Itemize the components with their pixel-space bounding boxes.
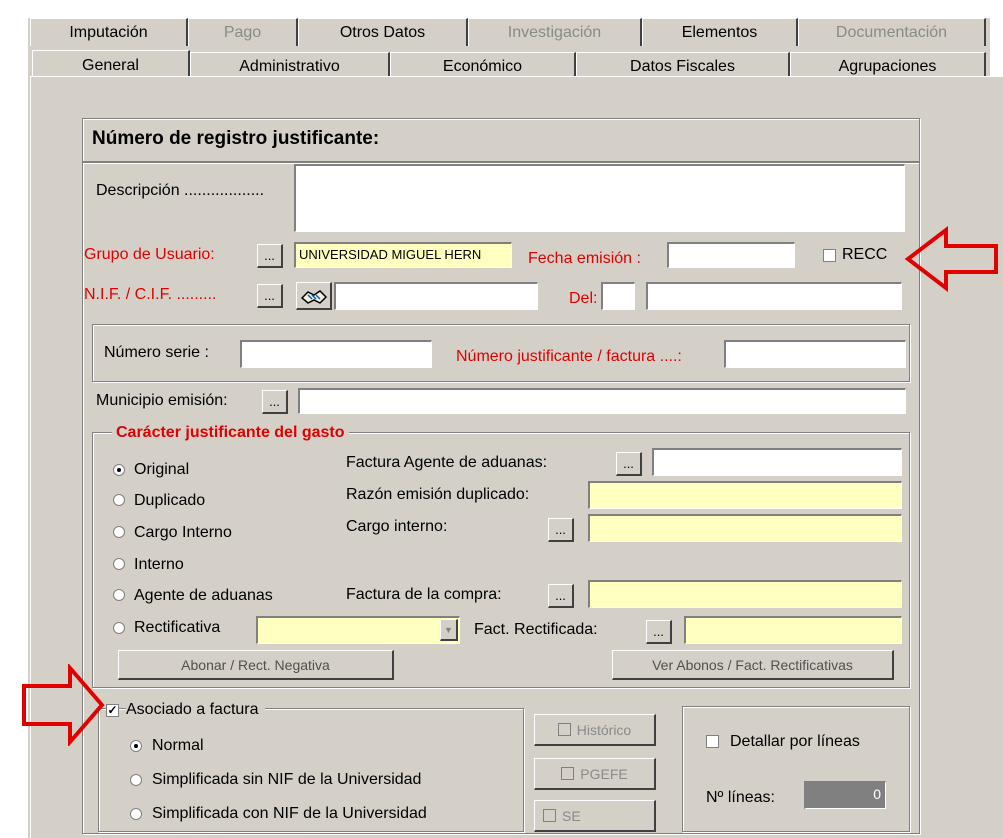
radio-simplificada-con-nif[interactable]	[130, 808, 142, 820]
arrow-right-icon	[22, 664, 105, 746]
fecha-emision-label: Fecha emisión :	[528, 250, 641, 267]
detallar-lineas-checkbox[interactable]	[706, 735, 719, 748]
asociado-label: Asociado a factura	[126, 701, 265, 719]
radio-agente-aduanas-label: Agente de aduanas	[134, 587, 273, 604]
chevron-down-icon[interactable]: ▼	[440, 619, 458, 641]
cargo-interno-lookup-button[interactable]: ...	[548, 518, 574, 542]
radio-rectificativa[interactable]	[113, 622, 125, 634]
radio-original-label: Original	[134, 461, 190, 478]
tab-pago[interactable]: Pago	[188, 18, 298, 46]
fact-rectificada-lookup-button[interactable]: ...	[646, 620, 672, 644]
tab-investigacion[interactable]: Investigación	[468, 18, 642, 46]
nif-label: N.I.F. / C.I.F. .........	[84, 286, 217, 303]
razon-duplicado-input[interactable]	[588, 481, 902, 509]
radio-duplicado-label: Duplicado	[134, 492, 206, 509]
fact-rectificada-label: Fact. Rectificada:	[474, 621, 598, 638]
cargo-interno-input[interactable]	[588, 514, 902, 542]
tab-imputacion[interactable]: Imputación	[30, 18, 188, 46]
radio-interno[interactable]	[113, 558, 125, 570]
caracter-group-title: Carácter justificante del gasto	[112, 424, 349, 442]
factura-agente-input[interactable]	[652, 448, 902, 476]
page-title: Número de registro justificante:	[92, 128, 380, 149]
asociado-checkbox[interactable]: ✓	[106, 704, 119, 717]
recc-checkbox[interactable]	[823, 249, 836, 262]
del-label: Del:	[569, 290, 598, 307]
factura-compra-lookup-button[interactable]: ...	[548, 584, 574, 608]
numero-justificante-label: Número justificante / factura ....:	[456, 348, 682, 365]
radio-simplificada-sin-nif-label: Simplificada sin NIF de la Universidad	[152, 771, 422, 788]
nif-lookup-button[interactable]: ...	[257, 284, 283, 308]
radio-cargo-interno[interactable]	[113, 526, 125, 538]
radio-rectificativa-label: Rectificativa	[134, 619, 221, 636]
del-name-input[interactable]	[646, 282, 902, 310]
recc-label: RECC	[842, 246, 888, 263]
descripcion-label: Descripción ..................	[96, 182, 265, 199]
radio-simplificada-sin-nif[interactable]	[130, 774, 142, 786]
municipio-lookup-button[interactable]: ...	[262, 390, 288, 414]
numero-serie-input[interactable]	[240, 340, 432, 368]
numero-justificante-input[interactable]	[724, 340, 906, 368]
pgefe-checkbox	[561, 767, 575, 780]
grupo-usuario-label: Grupo de Usuario:	[84, 246, 215, 263]
descripcion-textarea[interactable]	[294, 164, 905, 232]
pgefe-toggle[interactable]: PGEFE	[534, 758, 656, 790]
fecha-emision-input[interactable]	[667, 242, 795, 268]
num-lineas-label: Nº líneas:	[706, 789, 775, 806]
se-toggle[interactable]: SE	[534, 800, 656, 832]
se-checkbox	[543, 809, 556, 822]
razon-duplicado-label: Razón emisión duplicado:	[346, 486, 530, 503]
num-lineas-input: 0	[804, 781, 886, 809]
historico-toggle[interactable]: Histórico	[534, 714, 656, 746]
factura-agente-label: Factura Agente de aduanas:	[346, 454, 548, 471]
tab-otros-datos[interactable]: Otros Datos	[298, 18, 468, 46]
grupo-usuario-lookup-button[interactable]: ...	[257, 244, 283, 268]
fact-rectificada-input[interactable]	[684, 616, 902, 644]
tab-elementos[interactable]: Elementos	[642, 18, 798, 46]
numero-serie-label: Número serie :	[104, 344, 209, 361]
detalle-group	[682, 706, 910, 832]
radio-normal-label: Normal	[152, 737, 204, 754]
rectificativa-select[interactable]	[256, 616, 460, 644]
arrow-left-icon	[904, 226, 998, 292]
detallar-lineas-label: Detallar por líneas	[730, 733, 860, 750]
radio-interno-label: Interno	[134, 556, 184, 573]
cargo-interno-label: Cargo interno:	[346, 518, 448, 535]
abonar-button[interactable]: Abonar / Rect. Negativa	[118, 650, 394, 680]
municipio-input[interactable]	[298, 388, 906, 414]
radio-original[interactable]	[113, 464, 125, 476]
nif-input[interactable]	[334, 282, 538, 310]
radio-normal[interactable]	[130, 740, 142, 752]
radio-cargo-interno-label: Cargo Interno	[134, 524, 232, 541]
handshake-icon[interactable]	[296, 282, 332, 310]
radio-agente-aduanas[interactable]	[113, 589, 125, 601]
radio-duplicado[interactable]	[113, 494, 125, 506]
grupo-usuario-input[interactable]: UNIVERSIDAD MIGUEL HERN	[294, 242, 512, 268]
del-code-input[interactable]	[601, 282, 635, 310]
historico-checkbox	[557, 723, 571, 736]
ver-abonos-button[interactable]: Ver Abonos / Fact. Rectificativas	[612, 650, 894, 680]
factura-compra-label: Factura de la compra:	[346, 586, 502, 603]
municipio-label: Municipio emisión:	[96, 392, 228, 409]
factura-agente-lookup-button[interactable]: ...	[616, 452, 642, 476]
factura-compra-input[interactable]	[588, 580, 902, 608]
tab-documentacion[interactable]: Documentación	[798, 18, 986, 46]
radio-simplificada-con-nif-label: Simplificada con NIF de la Universidad	[152, 805, 427, 822]
